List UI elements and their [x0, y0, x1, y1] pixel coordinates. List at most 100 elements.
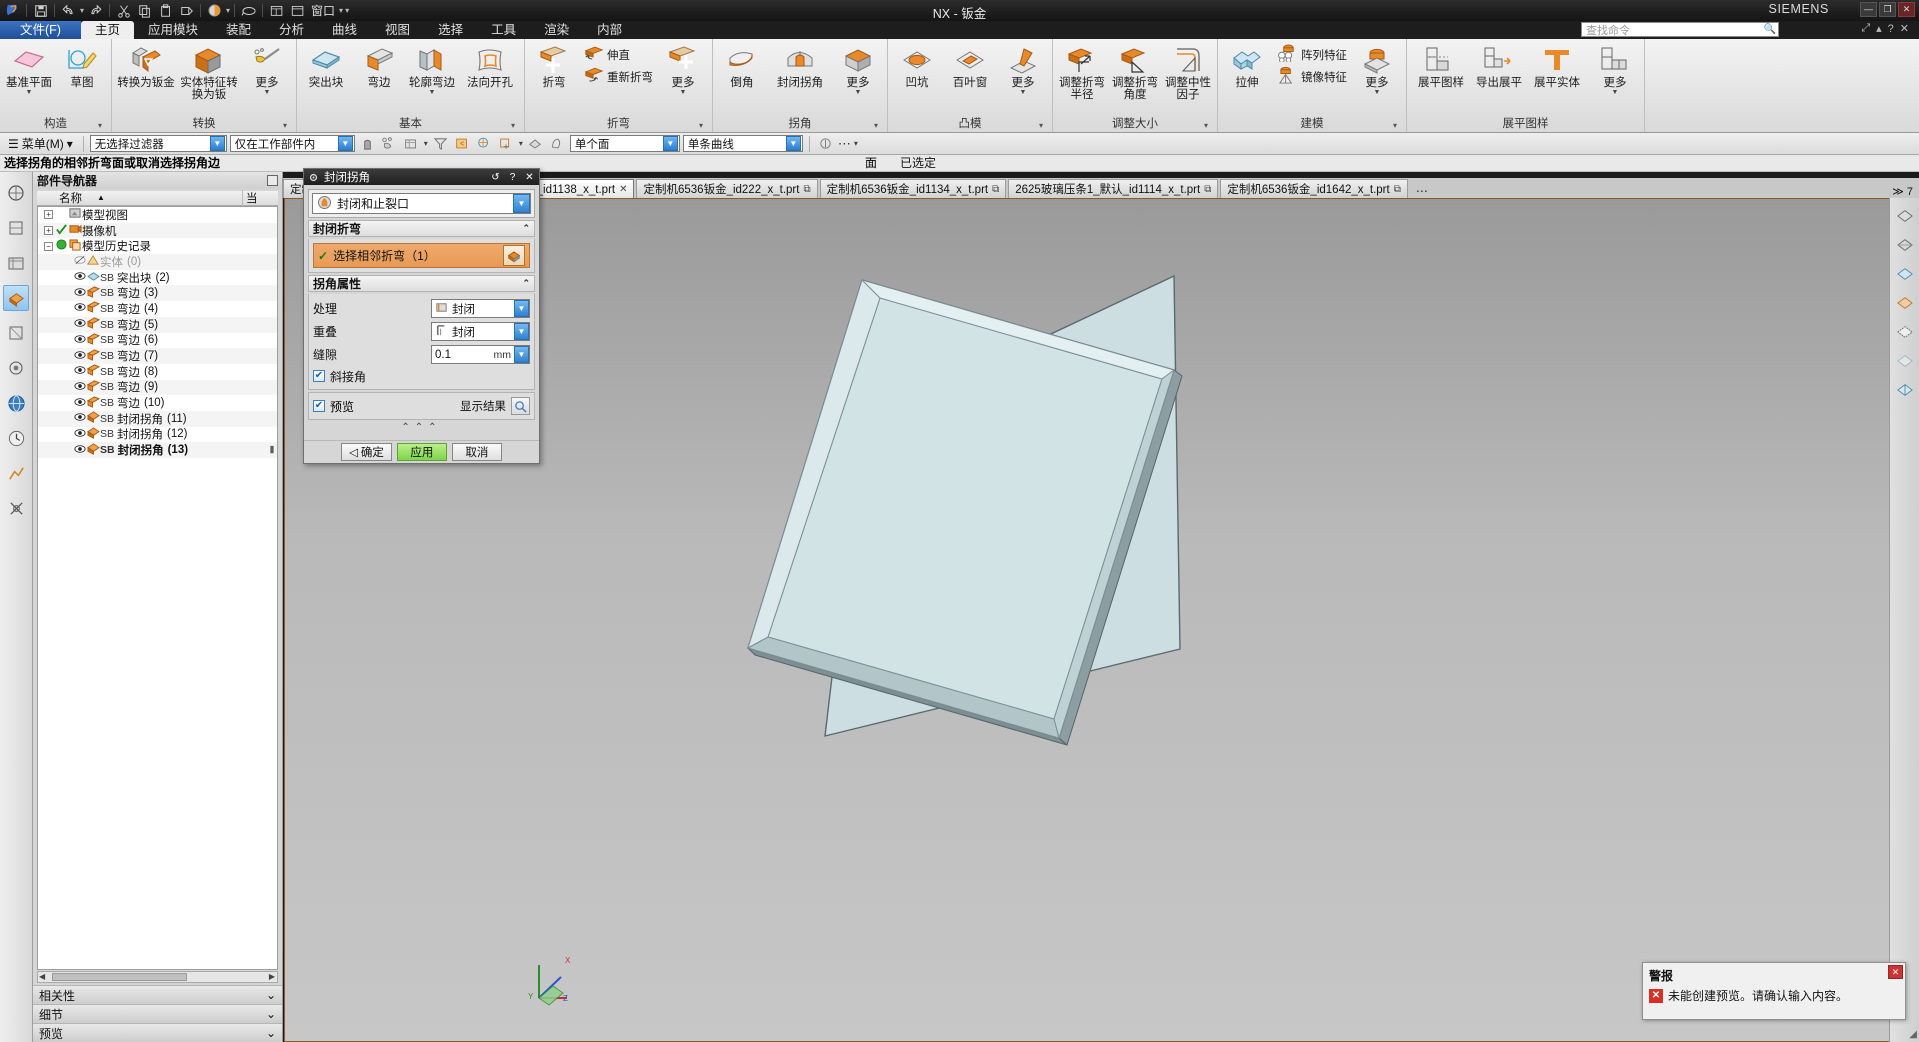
dropdown-arrow-icon[interactable]: ▼	[855, 89, 862, 96]
command-flat-more[interactable]: 更多 ▼	[1589, 42, 1641, 96]
table-row[interactable]: SB 弯边 (3)	[38, 285, 277, 302]
command-tab[interactable]: 突出块	[300, 42, 352, 90]
command-closed-corner[interactable]: 封闭拐角	[769, 42, 831, 90]
dropdown-arrow-icon[interactable]: ▼	[1612, 89, 1619, 96]
view-section-icon[interactable]	[1893, 292, 1917, 314]
constraint-navigator-icon[interactable]	[3, 215, 29, 241]
table-row[interactable]: SB 弯边 (7)	[38, 348, 277, 364]
dialog-title-bar[interactable]: 封闭拐角 ↺ ? ✕	[304, 169, 539, 185]
preview-checkbox[interactable]: ✔	[313, 400, 325, 412]
group-expand-icon[interactable]: ▾	[874, 118, 878, 133]
doc-tab-pin-icon[interactable]: ⧉	[992, 184, 999, 195]
collapse-chevrons[interactable]: ⌃⌃⌃	[308, 422, 535, 436]
table-row[interactable]: SB 封闭拐角 (12)	[38, 427, 277, 443]
chevron-down-icon[interactable]: ▼	[785, 136, 801, 151]
command-search-input[interactable]: 查找命令 🔍	[1581, 22, 1779, 37]
chevron-down-icon[interactable]: ▼	[209, 136, 225, 151]
command-resize-neutral-factor[interactable]: 调整中性因子	[1162, 42, 1214, 101]
reset-icon[interactable]: ↺	[489, 171, 502, 184]
scroll-left-icon[interactable]: ◀	[39, 972, 45, 981]
command-flat-pattern[interactable]: 展平图样	[1410, 42, 1472, 90]
tree-expander-icon[interactable]: +	[44, 210, 53, 220]
dropdown-arrow-icon[interactable]: ▼	[1374, 89, 1381, 96]
visibility-eye-icon[interactable]	[73, 444, 86, 457]
closed-corner-dialog[interactable]: 封闭拐角 ↺ ? ✕ 封闭和止裂口 ▼ 封闭折弯 ⌃ ✓ 选择相邻折弯（1） 拐…	[303, 168, 540, 464]
face-rule-combo[interactable]: 单个面 ▼	[569, 135, 680, 152]
command-bend[interactable]: 折弯	[528, 42, 580, 90]
column-name-header[interactable]: 名称 ▲	[37, 190, 242, 206]
table-row[interactable]: SB 突出块 (2)	[38, 270, 277, 286]
help-icon[interactable]: ?	[1888, 23, 1894, 35]
cancel-button[interactable]: 取消	[451, 443, 502, 461]
assembly-navigator-icon[interactable]	[3, 180, 29, 206]
view-preset-icon[interactable]	[1893, 379, 1917, 401]
chevron-down-icon[interactable]: ▼	[513, 194, 530, 213]
visibility-eye-icon[interactable]	[73, 350, 86, 363]
command-convert-more[interactable]: 更多 ▼	[241, 42, 293, 96]
command-rebend[interactable]: 重新折弯	[581, 66, 656, 87]
dropdown-arrow-icon[interactable]: ▼	[264, 89, 271, 96]
visibility-eye-icon[interactable]	[73, 302, 86, 315]
tree-expander-icon[interactable]: +	[44, 226, 53, 236]
command-datum-plane[interactable]: 基准平面 ▼	[3, 42, 55, 96]
select-edge-icon[interactable]	[475, 135, 494, 153]
group-expand-icon[interactable]: ▾	[283, 118, 287, 133]
overlap-combo[interactable]: 封闭 ▼	[431, 322, 530, 341]
command-dimple[interactable]: 凹坑	[891, 42, 943, 90]
magnifier-icon[interactable]	[511, 397, 530, 415]
selection-scope-combo[interactable]: 仅在工作部件内 ▼	[229, 135, 355, 152]
snap-point-icon[interactable]	[358, 135, 377, 153]
sort-ascending-icon[interactable]: ▲	[97, 193, 105, 202]
tab-tools[interactable]: 工具	[477, 21, 530, 39]
command-louver[interactable]: 百叶窗	[944, 42, 996, 90]
tab-analysis[interactable]: 分析	[265, 21, 318, 39]
visibility-eye-icon[interactable]	[73, 381, 86, 394]
table-row[interactable]: SB 弯边 (8)	[38, 364, 277, 380]
gap-input[interactable]: 0.1 mm ▼	[431, 345, 530, 364]
chevron-up-icon[interactable]: ⌃	[522, 278, 530, 289]
selection-more-icon[interactable]: ⋯	[838, 136, 851, 152]
command-bend-more[interactable]: 更多 ▼	[657, 42, 709, 96]
table-row[interactable]: SB 弯边 (9)	[38, 379, 277, 396]
doc-tabs-overflow-icon[interactable]: ⋯	[1410, 184, 1434, 198]
table-row[interactable]: SB 弯边 (4)	[38, 301, 277, 317]
doc-tab-pin-icon[interactable]: ⧉	[1204, 184, 1211, 195]
tab-select[interactable]: 选择	[424, 21, 477, 39]
web-browser-icon[interactable]	[3, 390, 29, 416]
view-studio-icon[interactable]	[1893, 263, 1917, 285]
minimize-button[interactable]: —	[1860, 2, 1877, 17]
pin-ribbon-icon[interactable]: ▴	[1876, 22, 1882, 35]
doc-tab-pin-icon[interactable]: ⧉	[803, 184, 810, 195]
miter-checkbox[interactable]: ✔	[313, 370, 325, 382]
main-menu-button[interactable]: ☰ 菜单(M) ▾	[4, 135, 77, 152]
table-row[interactable]: SB 弯边 (10)	[38, 395, 277, 411]
pin-icon[interactable]	[267, 175, 278, 186]
doc-tab[interactable]: 定制机6536钣金_id1134_x_t.prt ⧉	[819, 179, 1007, 198]
reuse-library-icon[interactable]	[3, 285, 29, 311]
command-convert-to-sheetmetal[interactable]: 转换为钣金	[115, 42, 177, 90]
chevron-down-icon[interactable]: ⌄	[266, 988, 276, 1002]
group-expand-icon[interactable]: ▾	[1204, 118, 1208, 133]
close-icon[interactable]: ✕	[523, 171, 536, 184]
chevron-up-icon[interactable]: ⌃	[522, 223, 530, 234]
table-row[interactable]: + 摄像机	[38, 222, 277, 239]
part-navigator-hscrollbar[interactable]: ◀ ▶	[37, 971, 278, 983]
doc-tab[interactable]: 定制机6536钣金_id222_x_t.prt ⧉	[636, 179, 818, 198]
process-studio-icon[interactable]	[3, 460, 29, 486]
visibility-eye-icon[interactable]	[73, 412, 86, 425]
visibility-eye-icon[interactable]	[73, 334, 86, 347]
selection-extra-icon[interactable]	[816, 135, 835, 153]
tab-application[interactable]: 应用模块	[134, 21, 212, 39]
command-unbend[interactable]: 伸直	[581, 44, 656, 65]
select-adjacent-bend-row[interactable]: ✓ 选择相邻折弯（1）	[313, 243, 530, 268]
section-closed-bend-header[interactable]: 封闭折弯 ⌃	[308, 220, 535, 237]
chevron-down-icon[interactable]: ⌄	[266, 1026, 276, 1040]
group-expand-icon[interactable]: ▾	[1039, 118, 1043, 133]
part-navigator-tree[interactable]: + 模型视图 + 摄像机 − 模型历史记录 实体 (0) SB 突出块 (2) SB 弯边 (3) SB 弯边…	[37, 206, 278, 970]
doc-tab[interactable]: 2625玻璃压条1_默认_id1114_x_t.prt ⧉	[1008, 179, 1219, 198]
table-row[interactable]: SB 弯边 (5)	[38, 316, 277, 333]
view-edges-icon[interactable]	[1893, 321, 1917, 343]
dropdown-arrow-icon[interactable]: ▼	[1020, 89, 1027, 96]
select-face-icon[interactable]	[453, 135, 472, 153]
command-punch-more[interactable]: 更多 ▼	[997, 42, 1049, 96]
